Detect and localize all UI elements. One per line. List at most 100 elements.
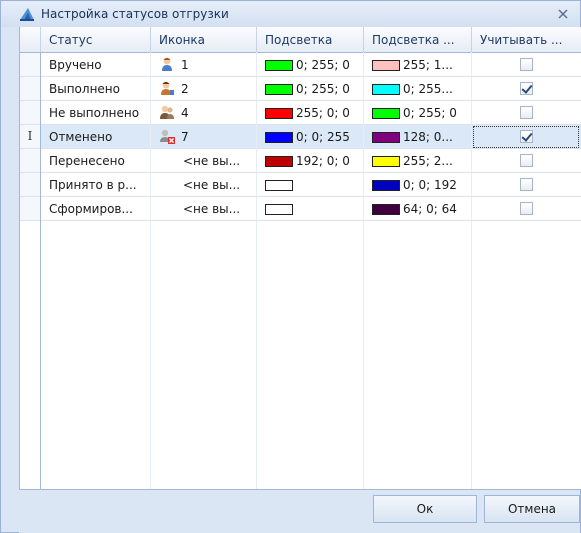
icon-cell[interactable]: 4	[151, 101, 257, 125]
color-swatch	[265, 204, 293, 215]
highlight-2-cell[interactable]: 0; 0; 192	[364, 173, 472, 197]
icon-number: 7	[181, 130, 189, 144]
highlight-cell[interactable]: 192; 0; 0	[257, 149, 364, 173]
color-swatch	[372, 180, 400, 191]
include-cell[interactable]	[472, 149, 581, 173]
cancel-button[interactable]: Отмена	[484, 495, 580, 523]
row-indicator[interactable]	[20, 197, 41, 221]
highlight-cell[interactable]: 0; 0; 255	[257, 125, 364, 149]
close-button[interactable]	[556, 7, 570, 21]
dialog-window: Настройка статусов отгрузки Статус Иконк…	[0, 0, 581, 533]
row-indicator[interactable]	[20, 53, 41, 77]
icon-cell[interactable]: <не вы...	[151, 173, 257, 197]
focus-rectangle	[473, 126, 579, 148]
color-value: 192; 0; 0	[296, 154, 350, 168]
person-blue-icon	[162, 57, 172, 71]
icon-number: 1	[181, 58, 189, 72]
column-divider	[40, 52, 41, 489]
include-cell[interactable]	[472, 53, 581, 77]
highlight-cell[interactable]	[257, 173, 364, 197]
table-row[interactable]: I Отменено 7 0; 0; 255 128; 0...	[20, 125, 581, 149]
row-indicator[interactable]	[20, 149, 41, 173]
icon-cell[interactable]: <не вы...	[151, 149, 257, 173]
highlight-2-cell[interactable]: 255; 1...	[364, 53, 472, 77]
table-row[interactable]: Перенесено <не вы... 192; 0; 0 255; 2...	[20, 149, 581, 173]
header-icon[interactable]: Иконка	[151, 27, 257, 52]
include-cell[interactable]	[472, 197, 581, 221]
include-cell[interactable]	[472, 101, 581, 125]
color-swatch	[265, 132, 293, 143]
icon-cell[interactable]: <не вы...	[151, 197, 257, 221]
color-swatch	[265, 60, 293, 71]
color-value: 64; 0; 64	[403, 202, 457, 216]
row-indicator[interactable]	[20, 101, 41, 125]
color-value: 255; 2...	[403, 154, 453, 168]
table-row[interactable]: Вручено 1 0; 255; 0 255; 1...	[20, 53, 581, 77]
header-status[interactable]: Статус	[41, 27, 151, 52]
dialog-title: Настройка статусов отгрузки	[41, 7, 229, 21]
include-cell[interactable]	[472, 77, 581, 101]
color-swatch	[372, 132, 400, 143]
include-checkbox[interactable]	[520, 58, 533, 71]
status-cell[interactable]: Вручено	[41, 53, 151, 77]
highlight-cell[interactable]	[257, 197, 364, 221]
status-cell[interactable]: Выполнено	[41, 77, 151, 101]
ok-button[interactable]: Ок	[373, 495, 477, 523]
title-bar[interactable]: Настройка статусов отгрузки	[1, 1, 580, 27]
icon-number: 4	[181, 106, 189, 120]
icon-cell[interactable]: 2	[151, 77, 257, 101]
table-row[interactable]: Принято в р... <не вы... 0; 0; 192	[20, 173, 581, 197]
grid-header: Статус Иконка Подсветка Подсветка ... Уч…	[20, 27, 581, 53]
color-value: 128; 0...	[403, 130, 453, 144]
table-row[interactable]: Выполнено 2 0; 255; 0 0; 255...	[20, 77, 581, 101]
status-cell[interactable]: Отменено	[41, 125, 151, 149]
include-cell[interactable]	[472, 173, 581, 197]
column-divider	[471, 52, 472, 489]
status-cell[interactable]: Не выполнено	[41, 101, 151, 125]
row-indicator[interactable]: I	[20, 125, 41, 149]
person-orange-icon	[161, 81, 174, 95]
color-swatch	[265, 84, 293, 95]
include-cell[interactable]	[472, 125, 581, 149]
icon-cell[interactable]: 1	[151, 53, 257, 77]
color-swatch	[372, 84, 400, 95]
color-value: 0; 255; 0	[403, 106, 457, 120]
person-pair-icon	[160, 105, 174, 119]
highlight-2-cell[interactable]: 0; 255...	[364, 77, 472, 101]
color-value: 0; 255; 0	[296, 82, 350, 96]
row-indicator[interactable]	[20, 77, 41, 101]
color-swatch	[265, 180, 293, 191]
include-checkbox[interactable]	[520, 106, 533, 119]
status-cell[interactable]: Перенесено	[41, 149, 151, 173]
include-checkbox[interactable]	[520, 154, 533, 167]
icon-cell[interactable]: 7	[151, 125, 257, 149]
column-divider	[363, 52, 364, 489]
color-swatch	[372, 108, 400, 119]
highlight-cell[interactable]: 0; 255; 0	[257, 53, 364, 77]
table-row[interactable]: Сформиров... <не вы... 64; 0; 64	[20, 197, 581, 221]
status-cell[interactable]: Сформиров...	[41, 197, 151, 221]
color-value: 255; 1...	[403, 58, 453, 72]
color-value: 0; 0; 255	[296, 130, 350, 144]
highlight-2-cell[interactable]: 0; 255; 0	[364, 101, 472, 125]
color-swatch	[265, 108, 293, 119]
highlight-2-cell[interactable]: 64; 0; 64	[364, 197, 472, 221]
highlight-cell[interactable]: 0; 255; 0	[257, 77, 364, 101]
header-indicator	[20, 27, 41, 52]
highlight-2-cell[interactable]: 128; 0...	[364, 125, 472, 149]
row-indicator[interactable]	[20, 173, 41, 197]
cancel-person-icon	[160, 129, 175, 144]
icon-number: <не вы...	[183, 154, 241, 168]
include-checkbox[interactable]	[520, 178, 533, 191]
status-cell[interactable]: Принято в р...	[41, 173, 151, 197]
include-checkbox[interactable]	[520, 82, 533, 95]
highlight-2-cell[interactable]: 255; 2...	[364, 149, 472, 173]
header-highlight[interactable]: Подсветка	[257, 27, 364, 52]
status-grid[interactable]: Статус Иконка Подсветка Подсветка ... Уч…	[19, 27, 581, 489]
header-highlight-2[interactable]: Подсветка ...	[364, 27, 472, 52]
highlight-cell[interactable]: 255; 0; 0	[257, 101, 364, 125]
table-row[interactable]: Не выполнено 4 255; 0; 0 0; 255; 0	[20, 101, 581, 125]
header-include[interactable]: Учитывать ...	[472, 27, 581, 52]
include-checkbox[interactable]	[520, 202, 533, 215]
color-value: 0; 0; 192	[403, 178, 457, 192]
